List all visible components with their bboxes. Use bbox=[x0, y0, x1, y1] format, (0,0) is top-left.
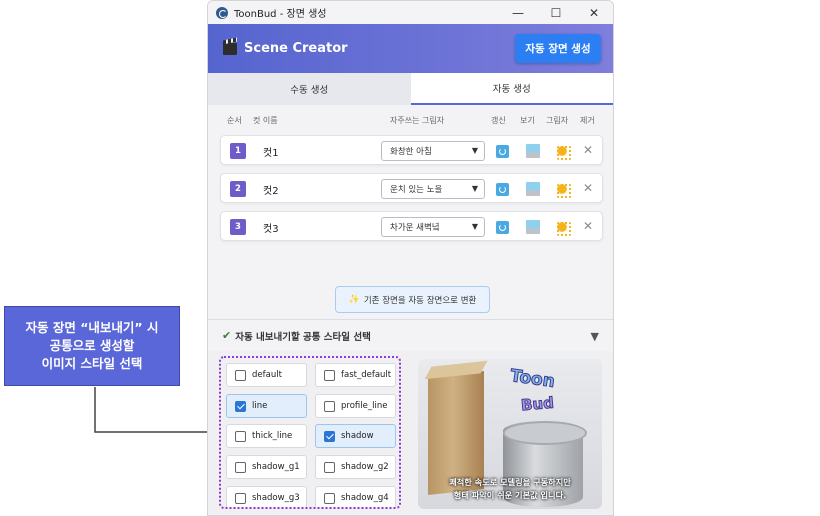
checkbox-checked[interactable] bbox=[235, 400, 246, 412]
scene-list-panel: 순서 컷 이름 자주쓰는 그림자 갱신 보기 그림자 제거 1 컷1 화창한 아… bbox=[208, 105, 613, 313]
auto-scene-button[interactable]: 자동 장면 생성 bbox=[515, 34, 601, 63]
preset-select[interactable]: 화창한 아침 ▼ bbox=[381, 141, 485, 161]
view-image-icon[interactable] bbox=[526, 144, 540, 158]
sun-icon[interactable] bbox=[555, 220, 571, 236]
title-bar: ToonBud - 장면 생성 — ☐ ✕ bbox=[208, 1, 613, 24]
app-logo-icon bbox=[216, 6, 228, 19]
col-view: 보기 bbox=[520, 116, 535, 125]
window-controls: — ☐ ✕ bbox=[499, 1, 613, 24]
checkbox[interactable] bbox=[235, 492, 246, 504]
convert-scene-label: 기존 장면을 자동 장면으로 변환 bbox=[363, 295, 477, 306]
toonbud-logo-text: Toon bbox=[508, 365, 557, 393]
checkbox[interactable] bbox=[324, 400, 335, 412]
preset-value: 차가운 새벽녘 bbox=[390, 223, 440, 233]
window-title: ToonBud - 장면 생성 bbox=[234, 9, 327, 20]
col-order: 순서 bbox=[227, 116, 242, 125]
checkbox[interactable] bbox=[235, 369, 246, 381]
header-banner: Scene Creator 자동 장면 생성 bbox=[208, 24, 613, 73]
style-option-label: shadow_g4 bbox=[341, 493, 389, 503]
table-row: 2 컷2 운치 있는 노을 ▼ ✕ bbox=[220, 173, 603, 203]
collapse-triangle-icon[interactable]: ▼ bbox=[591, 330, 599, 343]
table-row: 3 컷3 차가운 새벽녘 ▼ ✕ bbox=[220, 211, 603, 241]
style-option-label: shadow bbox=[341, 431, 374, 441]
style-option-label: shadow_g3 bbox=[252, 493, 300, 503]
style-option-shadow-g3[interactable]: shadow_g3 bbox=[226, 486, 307, 507]
style-option-shadow[interactable]: shadow bbox=[315, 424, 396, 448]
view-image-icon[interactable] bbox=[526, 182, 540, 196]
chevron-down-icon: ▼ bbox=[471, 146, 478, 155]
cut-name: 컷2 bbox=[263, 186, 279, 197]
toonbud-logo-text-2: Bud bbox=[520, 393, 555, 415]
style-section-header[interactable]: ✔ 자동 내보내기할 공통 스타일 선택 ▼ bbox=[208, 319, 613, 351]
page-title: Scene Creator bbox=[244, 41, 348, 56]
tab-auto[interactable]: 자동 생성 bbox=[410, 73, 613, 105]
style-option-thick-line[interactable]: thick_line bbox=[226, 424, 307, 448]
tab-manual[interactable]: 수동 생성 bbox=[208, 73, 411, 105]
convert-scene-button[interactable]: ✨ 기존 장면을 자동 장면으로 변환 bbox=[335, 286, 490, 313]
style-preview-image: Toon Bud 쾌적한 속도로 모델링을 구동하지만 형태 파악이 쉬운 기본… bbox=[418, 359, 602, 509]
checkbox-checked[interactable] bbox=[324, 430, 335, 442]
checkmark-icon: ✔ bbox=[222, 329, 232, 342]
clapperboard-icon bbox=[223, 42, 237, 55]
style-section-body: default fast_default line profile_line t… bbox=[208, 351, 613, 515]
table-header: 순서 컷 이름 자주쓰는 그림자 갱신 보기 그림자 제거 bbox=[208, 115, 613, 129]
view-image-icon[interactable] bbox=[526, 220, 540, 234]
col-shadow: 그림자 bbox=[546, 116, 569, 125]
cut-name: 컷3 bbox=[263, 224, 279, 235]
style-option-shadow-g1[interactable]: shadow_g1 bbox=[226, 455, 307, 479]
style-option-fast-default[interactable]: fast_default bbox=[315, 363, 396, 387]
row-number-badge: 3 bbox=[230, 219, 246, 235]
checkbox[interactable] bbox=[235, 430, 246, 442]
row-number-badge: 1 bbox=[230, 143, 246, 159]
app-window: ToonBud - 장면 생성 — ☐ ✕ Scene Creator 자동 장… bbox=[207, 0, 614, 516]
preset-select[interactable]: 운치 있는 노을 ▼ bbox=[381, 179, 485, 199]
sun-icon[interactable] bbox=[555, 144, 571, 160]
sun-icon[interactable] bbox=[555, 182, 571, 198]
preset-value: 운치 있는 노을 bbox=[390, 185, 443, 195]
row-number-badge: 2 bbox=[230, 181, 246, 197]
minimize-button[interactable]: — bbox=[499, 1, 537, 24]
style-section-title: 자동 내보내기할 공통 스타일 선택 bbox=[235, 331, 371, 343]
style-option-label: shadow_g1 bbox=[252, 462, 300, 472]
refresh-icon[interactable] bbox=[496, 221, 509, 234]
style-option-profile-line[interactable]: profile_line bbox=[315, 394, 396, 418]
style-options-list: default fast_default line profile_line t… bbox=[219, 356, 401, 509]
checkbox[interactable] bbox=[324, 461, 335, 473]
col-frequent-shadow: 자주쓰는 그림자 bbox=[390, 116, 445, 125]
col-remove: 제거 bbox=[580, 116, 595, 125]
col-refresh: 갱신 bbox=[491, 116, 506, 125]
checkbox[interactable] bbox=[235, 461, 246, 473]
preview-caption: 쾌적한 속도로 모델링을 구동하지만 형태 파악이 쉬운 기본값 입니다. bbox=[418, 476, 602, 502]
preview-caption-line-2: 형태 파악이 쉬운 기본값 입니다. bbox=[453, 490, 567, 500]
close-icon[interactable]: ✕ bbox=[583, 181, 593, 195]
cut-name: 컷1 bbox=[263, 148, 279, 159]
sparkle-icon: ✨ bbox=[348, 294, 360, 305]
refresh-icon[interactable] bbox=[496, 183, 509, 196]
style-option-shadow-g4[interactable]: shadow_g4 bbox=[315, 486, 396, 507]
style-option-default[interactable]: default bbox=[226, 363, 307, 387]
style-option-label: line bbox=[252, 401, 268, 411]
style-option-label: profile_line bbox=[341, 401, 388, 411]
style-option-label: thick_line bbox=[252, 431, 293, 441]
refresh-icon[interactable] bbox=[496, 145, 509, 158]
chevron-down-icon: ▼ bbox=[471, 222, 478, 231]
chevron-down-icon: ▼ bbox=[471, 184, 478, 193]
style-option-shadow-g2[interactable]: shadow_g2 bbox=[315, 455, 396, 479]
tab-bar: 수동 생성 자동 생성 bbox=[208, 73, 613, 105]
style-option-label: shadow_g2 bbox=[341, 462, 389, 472]
preview-caption-line-1: 쾌적한 속도로 모델링을 구동하지만 bbox=[449, 477, 571, 487]
preset-select[interactable]: 차가운 새벽녘 ▼ bbox=[381, 217, 485, 237]
col-cut-name: 컷 이름 bbox=[253, 116, 278, 125]
checkbox[interactable] bbox=[324, 369, 335, 381]
preset-value: 화창한 아침 bbox=[390, 147, 432, 157]
style-option-label: fast_default bbox=[341, 370, 392, 380]
maximize-button[interactable]: ☐ bbox=[537, 1, 575, 24]
close-button[interactable]: ✕ bbox=[575, 1, 613, 24]
style-option-label: default bbox=[252, 370, 282, 380]
close-icon[interactable]: ✕ bbox=[583, 219, 593, 233]
table-row: 1 컷1 화창한 아침 ▼ ✕ bbox=[220, 135, 603, 165]
close-icon[interactable]: ✕ bbox=[583, 143, 593, 157]
checkbox[interactable] bbox=[324, 492, 335, 504]
style-option-line[interactable]: line bbox=[226, 394, 307, 418]
